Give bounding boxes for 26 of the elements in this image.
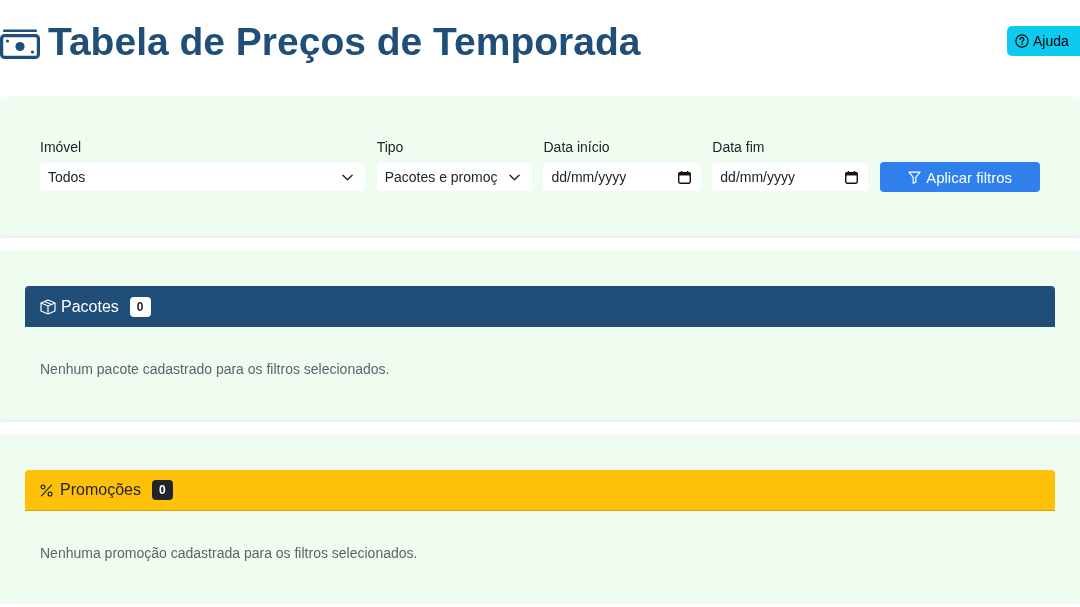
count-badge: 0 bbox=[129, 296, 151, 317]
field-label: Tipo bbox=[376, 139, 405, 156]
field-label: Imóvel bbox=[40, 139, 83, 156]
dropdown-field[interactable]: Pacotes e promoç bbox=[376, 163, 533, 191]
section-title: Promoções bbox=[60, 481, 141, 499]
box-icon bbox=[40, 298, 56, 315]
apply-filters-button[interactable]: Aplicar filtros bbox=[880, 162, 1040, 192]
field-label: Data início bbox=[543, 139, 611, 156]
date-field[interactable]: dd/mm/yyyy bbox=[712, 163, 869, 191]
empty-message: Nenhuma promoção cadastrada para os filtros selecionados. bbox=[40, 545, 419, 562]
percent-icon bbox=[40, 483, 53, 497]
calendar-icon[interactable] bbox=[845, 171, 859, 184]
field-label: Data fim bbox=[712, 139, 766, 156]
calendar-icon[interactable] bbox=[678, 171, 692, 184]
section-title: Pacotes bbox=[61, 297, 119, 316]
count-badge: 0 bbox=[151, 480, 173, 500]
help-button[interactable]: Ajuda bbox=[1007, 26, 1080, 56]
question-circle-icon bbox=[1015, 34, 1029, 48]
chevron-down-icon bbox=[341, 173, 353, 181]
dropdown-field[interactable]: Todos bbox=[40, 163, 365, 191]
empty-message: Nenhum pacote cadastrado para os filtros selecionados. bbox=[40, 361, 391, 378]
page-title: Tabela de Preços de Temporada bbox=[48, 19, 641, 65]
date-field[interactable]: dd/mm/yyyy bbox=[543, 163, 702, 191]
funnel-icon bbox=[908, 170, 922, 184]
chevron-down-icon bbox=[509, 173, 521, 181]
banknote-icon bbox=[0, 29, 40, 59]
